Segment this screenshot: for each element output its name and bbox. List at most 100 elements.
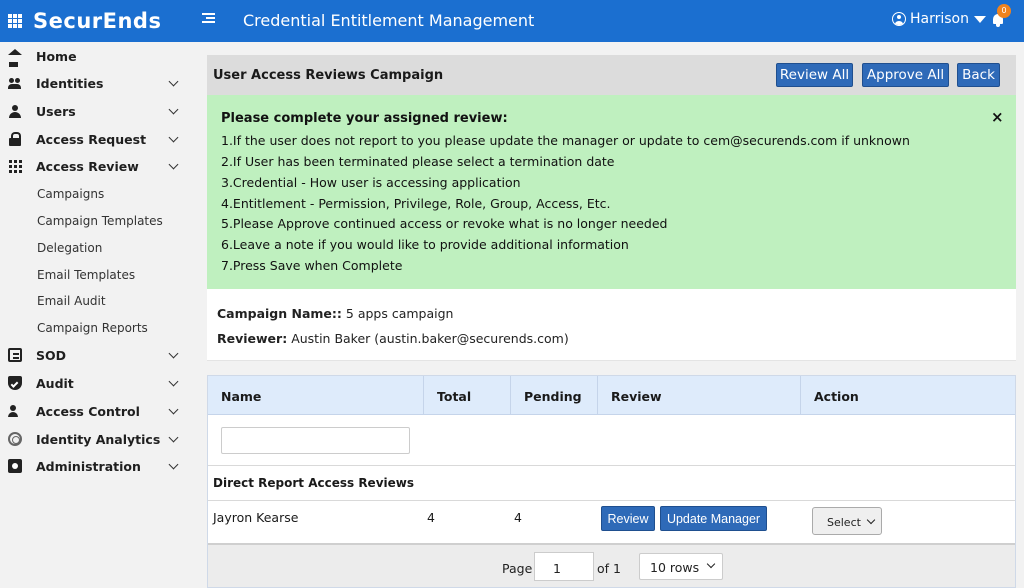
divider — [208, 465, 1015, 466]
user-avatar-icon — [892, 12, 906, 26]
sidebar-item-access-request[interactable]: Access Request — [0, 126, 193, 152]
row-name: Jayron Kearse — [213, 510, 299, 525]
sidebar-item-label: Identity Analytics — [36, 432, 161, 447]
alert-line: 6.Leave a note if you would like to prov… — [221, 237, 629, 252]
sidebar-sub-email-templates[interactable]: Email Templates — [37, 268, 135, 282]
sidebar-item-label: Access Control — [36, 404, 140, 419]
column-header-action[interactable]: Action — [801, 376, 1015, 415]
alert-line: 1.If the user does not report to you ple… — [221, 133, 910, 148]
campaign-info: Campaign Name:: 5 apps campaign Reviewer… — [207, 289, 1016, 361]
action-select[interactable]: Select — [812, 507, 882, 535]
caret-down-icon — [974, 15, 986, 23]
chevron-down-icon — [168, 104, 179, 115]
sidebar-item-sod[interactable]: SOD — [0, 342, 193, 368]
notification-badge: 0 — [997, 4, 1011, 18]
chevron-down-icon — [168, 76, 179, 87]
reviewer-label: Reviewer: — [217, 331, 288, 346]
alert-line: 3.Credential - How user is accessing app… — [221, 175, 521, 190]
sidebar-item-identity-analytics[interactable]: Identity Analytics — [0, 426, 193, 452]
menu-toggle-icon[interactable] — [202, 13, 215, 26]
instructions-alert: × Please complete your assigned review: … — [207, 95, 1016, 289]
review-button[interactable]: Review — [601, 506, 655, 531]
panel-header: User Access Reviews Campaign Review All … — [207, 55, 1016, 95]
page-label: Page — [502, 561, 533, 576]
column-header-name[interactable]: Name — [208, 376, 424, 415]
chevron-down-icon — [168, 404, 179, 415]
sidebar-item-home[interactable]: Home — [0, 43, 193, 69]
sidebar-item-audit[interactable]: Audit — [0, 370, 193, 396]
table-header: Name Total Pending Review Action — [208, 376, 1015, 415]
apps-grid-icon[interactable] — [8, 14, 22, 28]
pagination: Page 1 of 1 10 rows — [208, 543, 1015, 587]
alert-line: 7.Press Save when Complete — [221, 258, 403, 273]
chevron-down-icon — [168, 132, 179, 143]
chevron-down-icon — [168, 376, 179, 387]
sidebar-item-access-control[interactable]: Access Control — [0, 398, 193, 424]
approve-all-button[interactable]: Approve All — [862, 63, 949, 87]
campaign-name-label: Campaign Name:: — [217, 306, 342, 321]
sidebar-item-label: Users — [36, 104, 76, 119]
row-pending: 4 — [514, 510, 522, 525]
sidebar-sub-delegation[interactable]: Delegation — [37, 241, 102, 255]
action-select-value: Select — [827, 516, 861, 529]
grid-icon — [8, 159, 22, 173]
chevron-down-icon — [168, 159, 179, 170]
sidebar-item-administration[interactable]: Administration — [0, 453, 193, 479]
sidebar-item-label: Administration — [36, 459, 141, 474]
list-icon — [8, 348, 22, 362]
alert-line: 5.Please Approve continued access or rev… — [221, 216, 668, 231]
user-icon — [8, 104, 22, 118]
sidebar-item-label: SOD — [36, 348, 67, 363]
chevron-down-icon — [168, 459, 179, 470]
sidebar-item-identities[interactable]: Identities — [0, 70, 193, 96]
page-number-input[interactable]: 1 — [534, 552, 594, 581]
sidebar: Home Identities Users Access Request Acc… — [0, 42, 193, 588]
sidebar-item-label: Identities — [36, 76, 104, 91]
reviewer: Reviewer: Austin Baker (austin.baker@sec… — [217, 331, 569, 346]
close-icon[interactable]: × — [991, 108, 1004, 126]
sidebar-sub-campaign-templates[interactable]: Campaign Templates — [37, 214, 163, 228]
alert-line: 2.If User has been terminated please sel… — [221, 154, 615, 169]
sidebar-item-users[interactable]: Users — [0, 98, 193, 124]
shield-icon — [8, 376, 22, 390]
reviews-table: Name Total Pending Review Action Direct … — [207, 375, 1016, 588]
sidebar-item-label: Access Review — [36, 159, 139, 174]
name-filter-input[interactable] — [221, 427, 410, 454]
chevron-down-icon — [168, 432, 179, 443]
chevron-down-icon — [706, 559, 716, 569]
chevron-down-icon — [866, 515, 876, 525]
page-total: of 1 — [597, 561, 621, 576]
sidebar-item-label: Access Request — [36, 132, 147, 147]
campaign-name-value: 5 apps campaign — [345, 306, 454, 321]
rows-per-page-value: 10 rows — [650, 560, 700, 575]
sidebar-sub-campaigns[interactable]: Campaigns — [37, 187, 104, 201]
reviewer-value: Austin Baker (austin.baker@securends.com… — [291, 331, 569, 346]
sidebar-item-access-review[interactable]: Access Review — [0, 153, 193, 179]
sidebar-sub-email-audit[interactable]: Email Audit — [37, 294, 106, 308]
top-bar: SecurEnds Credential Entitlement Managem… — [0, 0, 1024, 42]
column-header-total[interactable]: Total — [424, 376, 511, 415]
sidebar-sub-campaign-reports[interactable]: Campaign Reports — [37, 321, 148, 335]
campaign-name: Campaign Name:: 5 apps campaign — [217, 306, 453, 321]
app-title: Credential Entitlement Management — [243, 11, 535, 30]
rows-per-page-select[interactable]: 10 rows — [639, 553, 723, 580]
review-all-button[interactable]: Review All — [776, 63, 853, 87]
update-manager-button[interactable]: Update Manager — [660, 506, 767, 531]
row-total: 4 — [427, 510, 435, 525]
logo[interactable]: SecurEnds — [33, 9, 161, 33]
user-name: Harrison — [910, 11, 969, 27]
main-content: User Access Reviews Campaign Review All … — [207, 55, 1016, 588]
page-title: User Access Reviews Campaign — [213, 68, 444, 83]
column-header-review[interactable]: Review — [598, 376, 801, 415]
home-icon — [8, 49, 22, 63]
divider — [208, 500, 1015, 501]
user-gear-icon — [8, 404, 22, 418]
chevron-down-icon — [168, 348, 179, 359]
back-button[interactable]: Back — [957, 63, 1000, 87]
admin-icon — [8, 459, 22, 473]
lock-icon — [8, 132, 22, 146]
fingerprint-icon — [8, 432, 22, 446]
alert-line: 4.Entitlement - Permission, Privilege, R… — [221, 196, 611, 211]
column-header-pending[interactable]: Pending — [511, 376, 598, 415]
user-menu[interactable]: Harrison — [892, 11, 986, 27]
